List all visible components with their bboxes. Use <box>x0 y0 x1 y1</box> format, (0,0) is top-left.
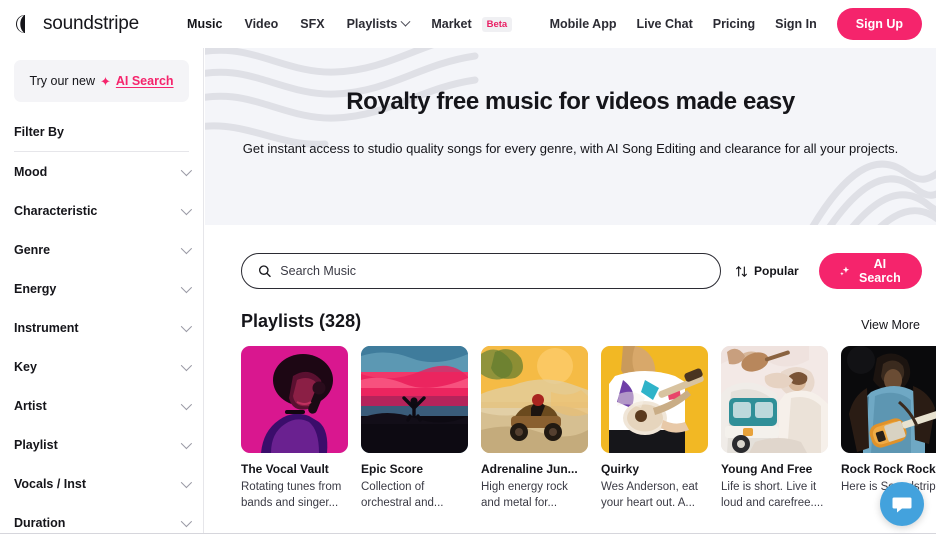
chevron-down-icon <box>180 476 193 488</box>
sort-arrows-icon <box>736 265 747 277</box>
nav-item-music[interactable]: Music <box>187 17 222 31</box>
filter-item-key[interactable]: Key <box>14 347 193 386</box>
nav-item-sign-in[interactable]: Sign In <box>775 17 817 31</box>
view-more-link[interactable]: View More <box>861 318 920 332</box>
sparkles-icon <box>839 266 849 275</box>
nav-item-playlists-label: Playlists <box>346 17 398 31</box>
chevron-down-icon <box>180 437 193 449</box>
brand-logo[interactable]: soundstripe <box>14 13 139 35</box>
playlist-card-desc: Rotating tunes from bands and singer... <box>241 481 342 509</box>
playlist-card-title: Quirky <box>601 462 640 476</box>
playlist-card-desc: Wes Anderson, eat your heart out. A... <box>601 481 698 509</box>
nav-item-playlists[interactable]: Playlists <box>346 16 411 31</box>
ai-search-button-label: AI Search <box>859 257 901 285</box>
filter-item-playlist[interactable]: Playlist <box>14 425 193 464</box>
playlist-card-title: Adrenaline Jun... <box>481 462 578 476</box>
chevron-down-icon <box>180 359 193 371</box>
search-icon <box>258 265 271 278</box>
filter-label: Instrument <box>14 320 79 335</box>
playlist-thumb-young-and-free[interactable] <box>721 346 828 453</box>
nav-item-pricing[interactable]: Pricing <box>713 17 755 31</box>
filter-label: Energy <box>14 281 57 296</box>
filter-label: Key <box>14 359 37 374</box>
filter-item-artist[interactable]: Artist <box>14 386 193 425</box>
secondary-nav: Mobile App Live Chat Pricing Sign In Sig… <box>550 8 922 40</box>
filter-item-instrument[interactable]: Instrument <box>14 308 193 347</box>
sort-label: Popular <box>754 264 799 278</box>
filter-label: Characteristic <box>14 203 98 218</box>
playlist-card-desc: Life is short. Live it loud and carefree… <box>721 481 824 509</box>
playlist-card-title: The Vocal Vault <box>241 462 329 476</box>
chevron-down-icon <box>180 164 193 176</box>
sort-control[interactable]: Popular <box>735 264 799 278</box>
search-box[interactable] <box>241 253 721 289</box>
hero-subtitle: Get instant access to studio quality son… <box>242 141 899 156</box>
playlist-card-desc: High energy rock and metal for... <box>481 481 568 509</box>
filter-label: Duration <box>14 515 66 530</box>
playlist-card[interactable]: Young And Free Life is short. Live it lo… <box>721 346 828 511</box>
soundstripe-logo-icon <box>14 13 36 35</box>
chevron-down-icon <box>180 281 193 293</box>
nav-item-market-label: Market <box>431 17 472 31</box>
filter-label: Artist <box>14 398 47 413</box>
playlist-card-title: Rock Rock Rock <box>841 462 936 476</box>
filter-label: Vocals / Inst <box>14 476 87 491</box>
playlists-title: Playlists (328) <box>241 311 362 331</box>
playlist-thumb-adrenaline-junkie[interactable] <box>481 346 588 453</box>
live-chat-button[interactable] <box>880 482 924 526</box>
filter-item-characteristic[interactable]: Characteristic <box>14 191 193 230</box>
playlist-thumb-epic-score[interactable] <box>361 346 468 453</box>
hero-banner: Royalty free music for videos made easy … <box>205 48 936 225</box>
nav-item-live-chat[interactable]: Live Chat <box>636 17 692 31</box>
filter-item-mood[interactable]: Mood <box>14 152 193 191</box>
playlist-card-title: Young And Free <box>721 462 813 476</box>
playlist-card[interactable]: Adrenaline Jun... High energy rock and m… <box>481 346 588 511</box>
chat-bubble-icon <box>892 497 912 513</box>
filter-by-title: Filter By <box>14 125 65 139</box>
primary-nav: Music Video SFX Playlists Market Beta <box>187 16 513 32</box>
filter-item-energy[interactable]: Energy <box>14 269 193 308</box>
sparkles-icon: ✦ <box>99 73 111 89</box>
nav-item-market[interactable]: Market Beta <box>431 16 513 32</box>
playlist-card[interactable]: Epic Score Collection of orchestral and.… <box>361 346 468 511</box>
filter-item-vocals-inst[interactable]: Vocals / Inst <box>14 464 193 503</box>
filter-item-genre[interactable]: Genre <box>14 230 193 269</box>
filter-label: Genre <box>14 242 51 257</box>
playlist-thumb-quirky[interactable] <box>601 346 708 453</box>
ai-search-button[interactable]: AI Search <box>818 253 923 289</box>
nav-item-video[interactable]: Video <box>244 17 278 31</box>
brand-name: soundstripe <box>43 13 140 34</box>
playlist-thumb-vocal-vault[interactable] <box>241 346 348 453</box>
nav-item-sfx[interactable]: SFX <box>300 17 324 31</box>
playlist-card[interactable]: Quirky Wes Anderson, eat your heart out.… <box>601 346 708 511</box>
filter-item-duration[interactable]: Duration <box>14 503 193 534</box>
beta-badge: Beta <box>481 16 513 32</box>
playlist-card-title: Epic Score <box>361 462 424 476</box>
filter-label: Mood <box>14 164 48 179</box>
top-header: soundstripe Music Video SFX Playlists Ma… <box>0 0 936 48</box>
ai-search-banner[interactable]: Try our new ✦ AI Search <box>14 60 189 102</box>
chevron-down-icon <box>400 16 411 27</box>
filter-sidebar: Try our new ✦ AI Search Filter By Mood C… <box>0 48 204 534</box>
ai-search-banner-link[interactable]: AI Search <box>116 74 174 88</box>
chevron-down-icon <box>180 320 193 332</box>
playlist-card[interactable]: The Vocal Vault Rotating tunes from band… <box>241 346 348 511</box>
main-content: Royalty free music for videos made easy … <box>205 48 936 534</box>
chevron-down-icon <box>180 398 193 410</box>
playlist-card-desc: Collection of orchestral and... <box>361 481 444 509</box>
chevron-down-icon <box>180 515 193 527</box>
filter-label: Playlist <box>14 437 58 452</box>
sign-up-button[interactable]: Sign Up <box>836 8 922 40</box>
playlist-card-list: The Vocal Vault Rotating tunes from band… <box>205 332 936 511</box>
playlist-thumb-rock-rock-rock[interactable] <box>841 346 936 453</box>
hero-title: Royalty free music for videos made easy <box>346 88 795 115</box>
chevron-down-icon <box>180 203 193 215</box>
chevron-down-icon <box>180 242 193 254</box>
nav-item-mobile-app[interactable]: Mobile App <box>550 17 617 31</box>
search-input[interactable] <box>280 264 704 278</box>
ai-search-banner-prefix: Try our new <box>29 74 95 88</box>
playlists-section-header: Playlists (328) View More <box>205 289 936 332</box>
search-toolbar: Popular AI Search <box>205 225 936 289</box>
